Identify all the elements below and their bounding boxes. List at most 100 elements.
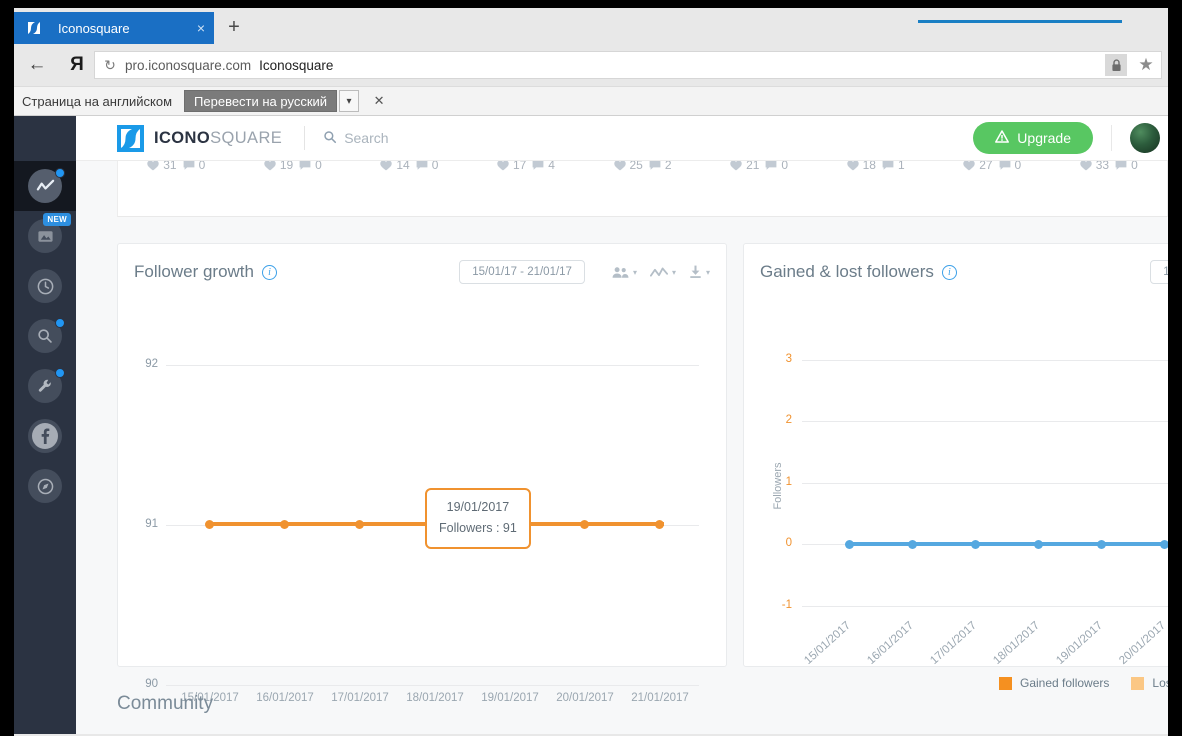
sidebar-item-explore[interactable]: [14, 461, 76, 511]
stat-cell: 19 0: [235, 161, 352, 172]
sidebar-item-search[interactable]: [14, 311, 76, 361]
search-icon: [323, 130, 337, 147]
lock-icon[interactable]: [1105, 54, 1127, 76]
browser-tab-iconosquare[interactable]: Iconosquare ×: [14, 12, 214, 44]
likes-count: 21: [746, 161, 760, 172]
app-logo[interactable]: ICONOSQUARE: [117, 124, 282, 152]
info-icon[interactable]: i: [262, 265, 277, 280]
sidebar-item-scheduler[interactable]: [14, 261, 76, 311]
tab-title: Iconosquare: [58, 20, 130, 36]
sidebar-item-media[interactable]: NEW: [14, 211, 76, 261]
data-point[interactable]: [655, 519, 664, 529]
translate-options-caret-icon[interactable]: ▾: [339, 90, 360, 112]
media-stats-strip: 31 0 19 0 14 0 17 4 25 2 21 0 18 1 27 0 …: [117, 161, 1168, 217]
likes-group: 21: [730, 161, 759, 172]
chart-legend: Gained followers Lost follo: [999, 676, 1168, 690]
bookmark-star-icon[interactable]: ★: [1133, 55, 1159, 75]
stat-cell: 31 0: [118, 161, 235, 172]
likes-group: 19: [264, 161, 293, 172]
iconosquare-logo-icon: [117, 124, 144, 152]
follower-growth-plot: 92 91 90 19/01/2017 Followers: 91 15/01…: [118, 300, 726, 704]
comments-group: 0: [1115, 161, 1138, 172]
legend-item-gained[interactable]: Gained followers: [999, 676, 1109, 690]
comment-icon: [999, 161, 1010, 170]
compass-icon: [28, 469, 62, 503]
y-tick-label: 0: [785, 537, 792, 549]
notification-dot: [55, 168, 65, 178]
x-tick-label: 21/01/2017: [631, 692, 689, 704]
heart-icon: [380, 161, 393, 170]
back-icon[interactable]: ←: [14, 54, 60, 76]
user-avatar[interactable]: [1130, 123, 1160, 153]
app-content: ICONOSQUARE Search Upgrade 31 0 19 0 14 …: [76, 116, 1168, 734]
reload-icon[interactable]: ↻: [95, 57, 125, 74]
stat-cell: 18 1: [817, 161, 934, 172]
gridline: [802, 360, 1168, 361]
chevron-down-icon: ▾: [705, 267, 710, 277]
date-range-picker[interactable]: 15/01/17 - 21/01/17: [459, 260, 585, 284]
title-text: Follower growth: [134, 262, 254, 281]
data-point[interactable]: [1160, 539, 1168, 549]
data-point[interactable]: [908, 539, 917, 549]
translate-message: Страница на английском: [22, 93, 173, 109]
y-tick-label: 92: [145, 358, 158, 370]
address-bar-url: pro.iconosquare.com: [125, 57, 252, 73]
comment-icon: [882, 161, 894, 170]
data-point[interactable]: [580, 519, 589, 529]
header-divider-2: [1111, 125, 1112, 151]
new-tab-button[interactable]: +: [220, 15, 248, 41]
y-tick-label: 90: [145, 678, 158, 690]
info-icon[interactable]: i: [941, 265, 957, 280]
gained-lost-followers-card: Gained & lost followers i 15/01/17 Follow…: [743, 243, 1168, 690]
comments-group: 2: [649, 161, 672, 172]
warning-triangle-icon: [995, 130, 1010, 146]
comment-icon: [1115, 161, 1127, 170]
likes-group: 25: [613, 161, 643, 172]
sidebar-item-facebook[interactable]: [14, 411, 76, 461]
comments-group: 0: [299, 161, 322, 172]
comment-icon: [766, 161, 777, 170]
heart-icon: [497, 161, 509, 170]
data-point[interactable]: [205, 519, 214, 529]
audience-selector[interactable]: ▾: [612, 266, 637, 279]
sidebar-item-tools[interactable]: [14, 361, 76, 411]
yandex-logo-icon[interactable]: Я: [60, 54, 94, 76]
data-point[interactable]: [355, 519, 364, 529]
comments-count: 0: [781, 161, 789, 172]
data-point[interactable]: [280, 519, 289, 529]
notification-dot: [55, 318, 65, 328]
data-point[interactable]: [845, 539, 854, 549]
export-menu[interactable]: ▾: [689, 265, 710, 279]
upgrade-label: Upgrade: [1017, 130, 1071, 146]
stat-cell: 14 0: [351, 161, 468, 172]
legend-label: Gained followers: [1020, 676, 1110, 690]
data-point[interactable]: [971, 539, 980, 549]
translate-bar: Страница на английском Перевести на русс…: [14, 86, 1168, 116]
chart-tool-group: ▾ ▾ ▾: [599, 265, 710, 279]
gained-lost-tools: 15/01/17: [1150, 260, 1168, 284]
followers-series-line: [849, 542, 1168, 546]
address-bar[interactable]: ↻ pro.iconosquare.com Iconosquare ★: [94, 51, 1162, 79]
translate-close-icon[interactable]: ✕: [371, 93, 387, 109]
address-bar-page-title: Iconosquare: [259, 57, 334, 73]
stat-cell: 25 2: [584, 161, 701, 172]
data-point[interactable]: [1034, 539, 1043, 549]
data-point[interactable]: [1097, 539, 1106, 549]
search-input[interactable]: Search: [323, 130, 389, 147]
browser-window: Iconosquare × + ← Я ↻ pro.iconosquare.co…: [14, 8, 1168, 736]
comment-icon: [299, 161, 311, 170]
tab-close-icon[interactable]: ×: [188, 12, 214, 44]
heart-icon: [846, 161, 859, 170]
follower-growth-card: Follower growth i 15/01/17 - 21/01/17 ▾ …: [117, 243, 727, 704]
date-range-picker[interactable]: 15/01/17: [1150, 260, 1168, 284]
legend-item-lost[interactable]: Lost follo: [1131, 676, 1168, 690]
follower-growth-header: Follower growth i 15/01/17 - 21/01/17 ▾ …: [118, 244, 726, 300]
sidebar-item-analytics[interactable]: [14, 161, 76, 211]
upgrade-button[interactable]: Upgrade: [973, 122, 1093, 154]
translate-button[interactable]: Перевести на русский: [184, 90, 338, 112]
likes-count: 33: [1095, 161, 1110, 172]
chart-type-selector[interactable]: ▾: [649, 266, 676, 279]
comments-count: 0: [1131, 161, 1138, 172]
comments-group: 1: [882, 161, 905, 172]
legend-swatch: [1131, 676, 1145, 690]
